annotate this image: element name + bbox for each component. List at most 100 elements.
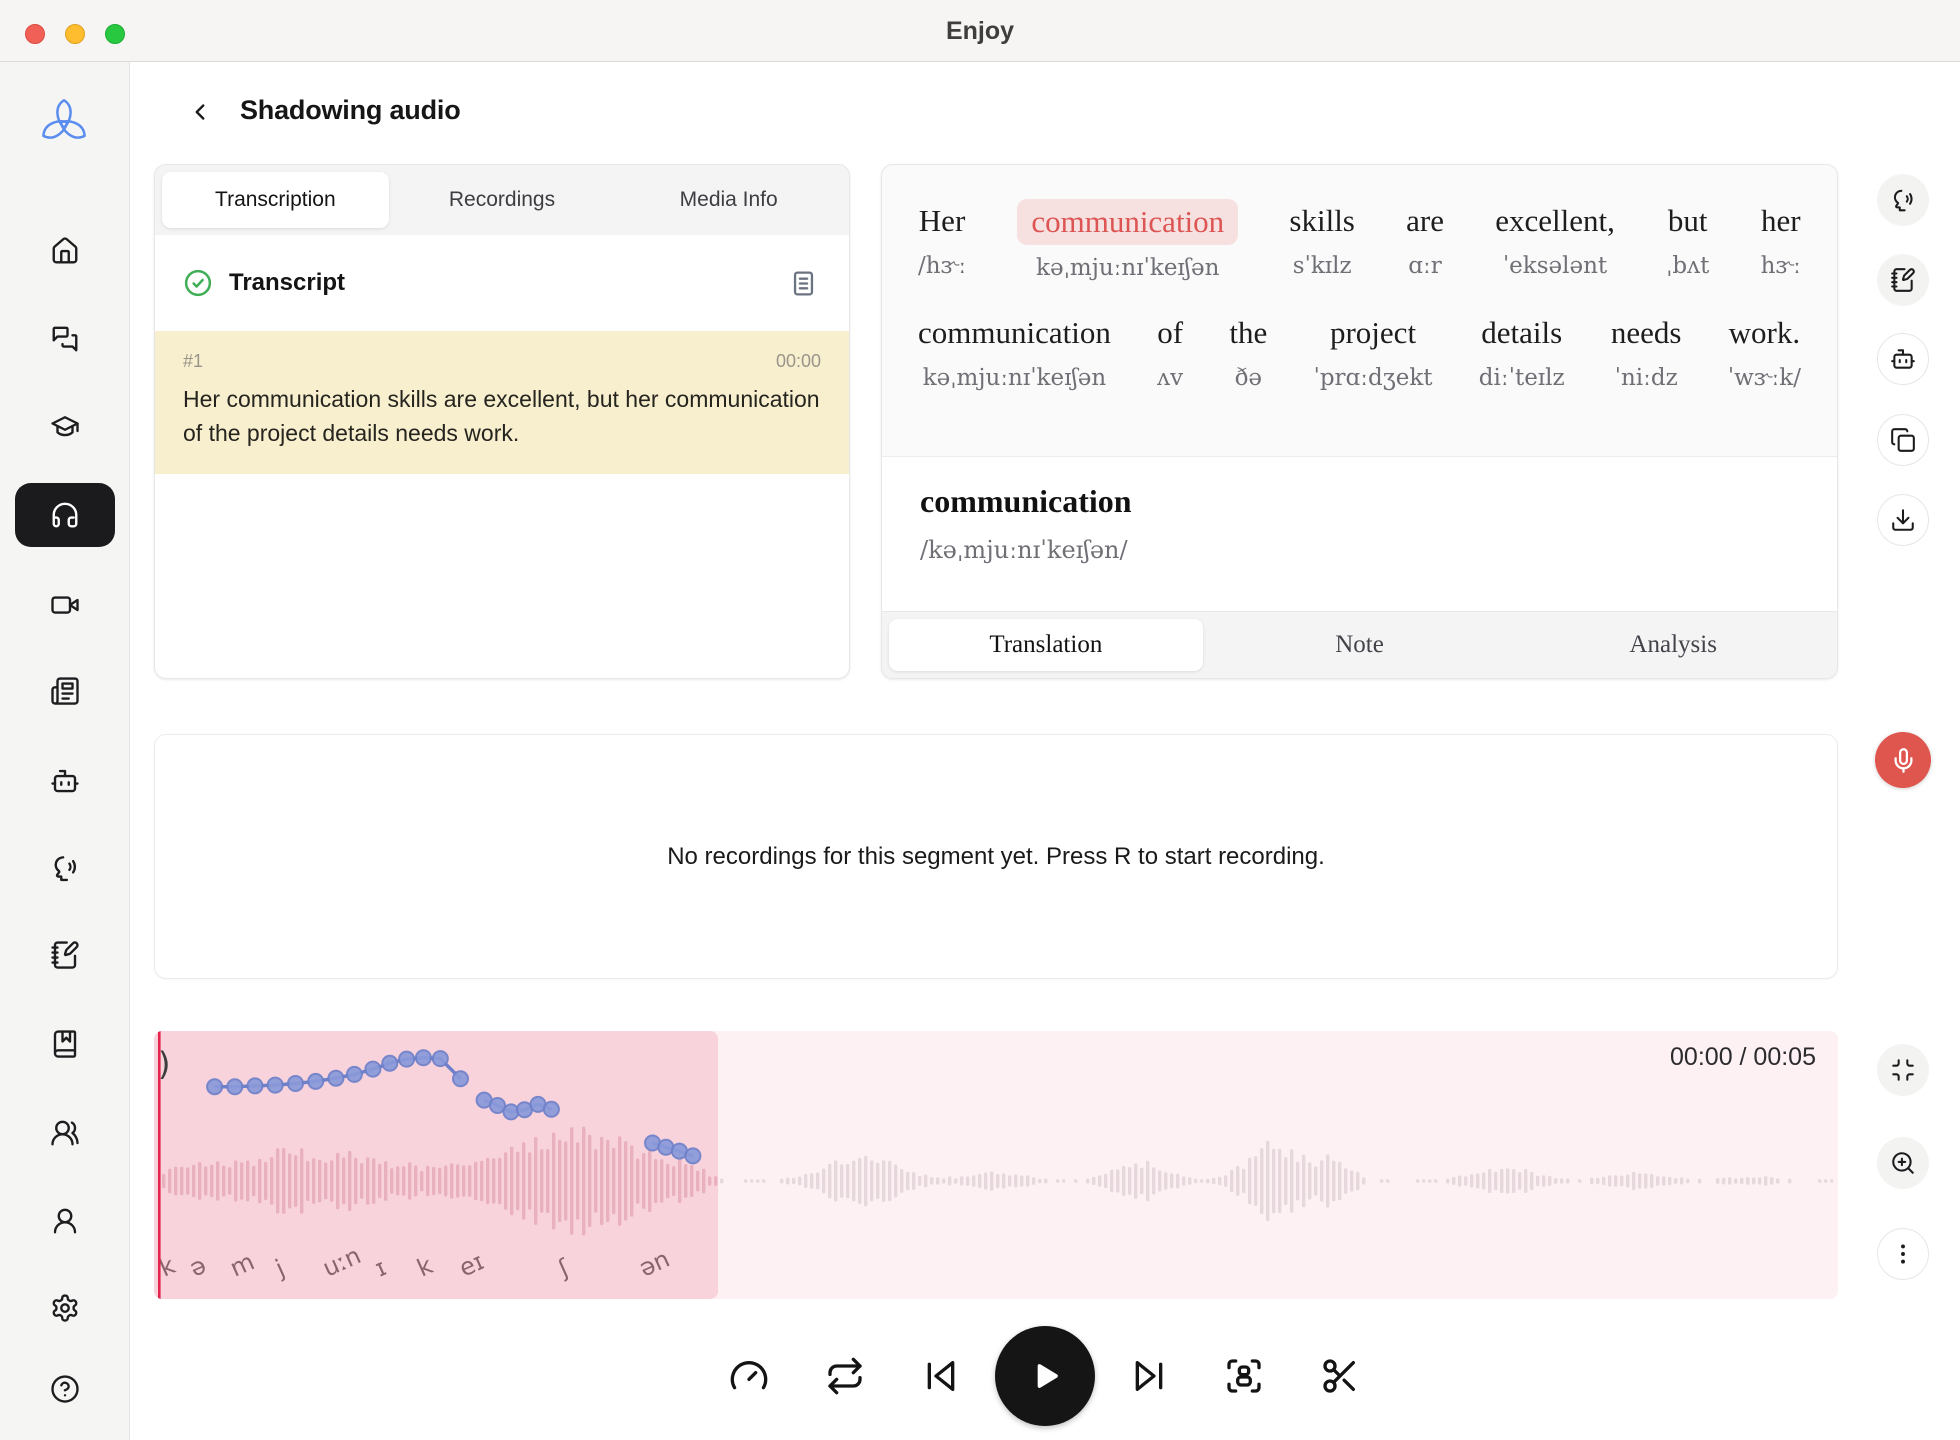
tab-analysis[interactable]: Analysis	[1516, 619, 1830, 671]
sentence-word[interactable]: of	[1157, 311, 1183, 355]
users-icon	[50, 1118, 80, 1148]
tab-media-info[interactable]: Media Info	[615, 172, 842, 228]
word-ipa: ˈwɝːk/	[1728, 359, 1801, 397]
book-marked-icon	[50, 1029, 80, 1059]
back-button[interactable]	[182, 94, 218, 130]
transcript-header: Transcript	[155, 235, 849, 331]
word-detail-ipa: /kəˌmjuːnɪˈkeɪʃən/	[920, 536, 1799, 564]
tab-recordings[interactable]: Recordings	[389, 172, 616, 228]
pronunciation-button[interactable]	[1877, 174, 1929, 226]
chat-bubbles-icon	[50, 324, 80, 354]
transcription-panel: Transcription Recordings Media Info Tran…	[154, 164, 850, 679]
sentence-word[interactable]: but	[1668, 199, 1708, 243]
sidebar-item-notes[interactable]	[15, 923, 115, 987]
waveform[interactable]: kəmjuːnɪkeɪʃən)	[154, 1031, 1838, 1299]
transcript-segment[interactable]: #1 00:00 Her communication skills are ex…	[155, 331, 849, 474]
sentence-word[interactable]: project	[1330, 311, 1416, 355]
sentence-word[interactable]: are	[1406, 199, 1444, 243]
word-detail-word: communication	[920, 483, 1799, 520]
tab-translation[interactable]: Translation	[889, 619, 1203, 671]
page-title: Shadowing audio	[240, 95, 461, 126]
bot-icon	[1890, 346, 1916, 372]
sidebar-item-courses[interactable]	[15, 394, 115, 458]
copy-button[interactable]	[1877, 414, 1929, 466]
sentence-word[interactable]: excellent,	[1495, 199, 1615, 243]
sentence-word[interactable]: skills	[1289, 199, 1354, 243]
pronunciation-assess-button[interactable]	[1222, 1354, 1266, 1398]
sidebar-item-help[interactable]	[15, 1357, 115, 1421]
word-ipa: ˈprɑːdʒekt	[1314, 359, 1433, 397]
more-options-button[interactable]	[1877, 1228, 1929, 1280]
sentence-word[interactable]: communication	[918, 311, 1111, 355]
sidebar-item-settings[interactable]	[15, 1276, 115, 1340]
bot-icon	[50, 766, 80, 796]
sentence-word[interactable]: her	[1761, 199, 1801, 243]
previous-segment-button[interactable]	[919, 1354, 963, 1398]
help-circle-icon	[50, 1374, 80, 1404]
window-titlebar: Enjoy	[0, 0, 1960, 62]
sentence-word[interactable]: the	[1229, 311, 1267, 355]
word-ipa: hɝː	[1761, 247, 1801, 285]
skip-forward-icon	[1129, 1356, 1169, 1396]
zoom-in-icon	[1890, 1150, 1916, 1176]
sidebar-item-profile[interactable]	[15, 1189, 115, 1253]
notebook-pen-icon	[1890, 267, 1916, 293]
tab-transcription[interactable]: Transcription	[162, 172, 389, 228]
window-title: Enjoy	[0, 0, 1960, 62]
word-ipa: ɑːr	[1408, 247, 1441, 285]
sidebar-item-news[interactable]	[15, 659, 115, 723]
sentence-word[interactable]: needs	[1611, 311, 1682, 355]
repeat-icon	[825, 1356, 865, 1396]
segment-index: #1	[183, 351, 203, 372]
note-button[interactable]	[1877, 254, 1929, 306]
speaking-head-icon	[1890, 187, 1916, 213]
word-ipa: ʌv	[1157, 359, 1183, 397]
word-ipa: ðə	[1235, 359, 1262, 397]
word-ipa: diːˈteɪlz	[1479, 359, 1565, 397]
ai-assistant-button[interactable]	[1877, 333, 1929, 385]
sentence-word[interactable]: details	[1481, 311, 1562, 355]
copy-icon	[1890, 427, 1916, 453]
transcription-tabbar: Transcription Recordings Media Info	[155, 165, 849, 235]
crop-segment-button[interactable]	[1318, 1354, 1362, 1398]
sentence-line-1: Her/hɝː communicationkəˌmjuːnɪˈkeɪʃən sk…	[918, 199, 1801, 287]
zoom-in-button[interactable]	[1877, 1137, 1929, 1189]
word-detail-tabbar: Translation Note Analysis	[882, 611, 1837, 678]
sentence-word-highlighted[interactable]: communication	[1017, 199, 1238, 245]
recordings-panel: No recordings for this segment yet. Pres…	[154, 734, 1838, 979]
word-ipa: ˈniːdz	[1615, 359, 1678, 397]
ellipsis-vertical-icon	[1890, 1241, 1916, 1267]
app-logo-icon	[34, 94, 94, 154]
word-ipa: /hɝː	[918, 247, 966, 285]
record-button[interactable]	[1875, 732, 1931, 788]
sidebar-item-bots[interactable]	[15, 749, 115, 813]
sidebar-item-audios[interactable]	[15, 483, 115, 547]
app-window: Enjoy	[0, 0, 1960, 1440]
word-ipa: kəˌmjuːnɪˈkeɪʃən	[923, 359, 1106, 397]
collapse-player-button[interactable]	[1877, 1044, 1929, 1096]
word-ipa: ˈeksələnt	[1503, 247, 1607, 285]
play-button[interactable]	[995, 1326, 1095, 1426]
sentence-word[interactable]: work.	[1729, 311, 1800, 355]
transcript-document-button[interactable]	[785, 265, 821, 301]
sidebar-item-conversations[interactable]	[15, 307, 115, 371]
sidebar	[0, 62, 130, 1440]
sidebar-item-community[interactable]	[15, 1101, 115, 1165]
scissors-icon	[1320, 1356, 1360, 1396]
sidebar-item-vocabulary[interactable]	[15, 1012, 115, 1076]
sidebar-item-home[interactable]	[15, 219, 115, 283]
next-segment-button[interactable]	[1127, 1354, 1171, 1398]
headphones-icon	[50, 500, 80, 530]
tab-note[interactable]: Note	[1203, 619, 1517, 671]
playback-speed-button[interactable]	[727, 1354, 771, 1398]
document-text-icon	[789, 269, 818, 298]
sentence-line-2: communication kəˌmjuːnɪˈkeɪʃən of ʌv the ðə…	[918, 311, 1801, 397]
sentence-area: Her/hɝː communication kəˌmjuːnɪˈkeɪʃən sk…	[882, 165, 1837, 457]
repeat-button[interactable]	[823, 1354, 867, 1398]
download-button[interactable]	[1877, 494, 1929, 546]
sidebar-item-videos[interactable]	[15, 573, 115, 637]
skip-back-icon	[921, 1356, 961, 1396]
sentence-word[interactable]: Her	[919, 199, 965, 243]
sidebar-item-pronunciation[interactable]	[15, 836, 115, 900]
download-icon	[1890, 507, 1916, 533]
